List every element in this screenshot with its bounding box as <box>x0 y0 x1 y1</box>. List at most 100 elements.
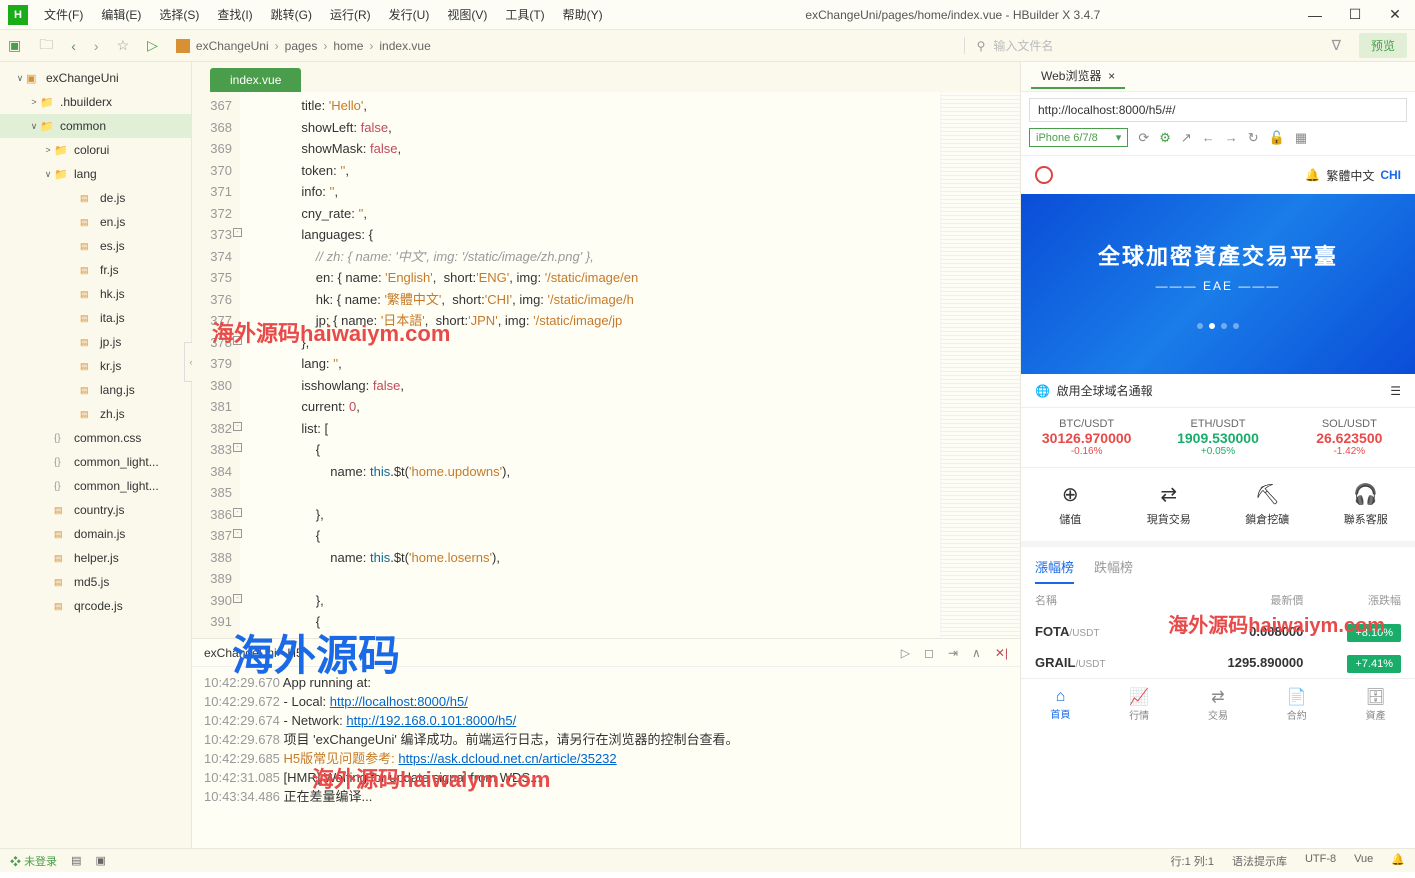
menu-item[interactable]: 帮助(Y) <box>555 2 611 27</box>
quick-menu-item[interactable]: 🎧聯系客服 <box>1317 482 1415 527</box>
notification-icon[interactable]: 🔔 <box>1391 853 1405 869</box>
file-search[interactable]: ⚲ 输入文件名 <box>964 37 1314 54</box>
menu-item[interactable]: 发行(U) <box>381 2 438 27</box>
tree-item[interactable]: ▤helper.js <box>0 546 191 570</box>
login-status[interactable]: ❖ 未登录 <box>10 853 57 869</box>
browser-settings-icon[interactable]: ⚙ <box>1159 130 1171 146</box>
layout-icon[interactable]: ▤ <box>71 854 81 867</box>
terminal-icon[interactable]: ▣ <box>95 854 105 867</box>
tree-item[interactable]: ▤qrcode.js <box>0 594 191 618</box>
tree-item[interactable]: ∨📁lang <box>0 162 191 186</box>
tree-item[interactable]: ▤country.js <box>0 498 191 522</box>
quick-menu-item[interactable]: ⇄現貨交易 <box>1120 482 1219 527</box>
editor-tabs[interactable]: index.vue <box>192 62 1020 92</box>
browser-reload-icon[interactable]: ↻ <box>1248 130 1259 146</box>
maximize-button[interactable]: ☐ <box>1335 0 1375 30</box>
menu-item[interactable]: 查找(I) <box>209 2 260 27</box>
search-icon: ⚲ <box>977 39 986 53</box>
tree-item[interactable]: {}common_light... <box>0 450 191 474</box>
encoding[interactable]: UTF-8 <box>1305 853 1336 869</box>
close-button[interactable]: ✕ <box>1375 0 1415 30</box>
quick-menu-item[interactable]: ⛏鎖倉挖礦 <box>1218 482 1317 527</box>
browser-sync-icon[interactable]: ⟳ <box>1138 130 1149 146</box>
ticker-item[interactable]: BTC/USDT30126.970000-0.16% <box>1021 418 1152 457</box>
menu-item[interactable]: 文件(F) <box>36 2 91 27</box>
tree-item[interactable]: ▤lang.js <box>0 378 191 402</box>
menu-item[interactable]: 跳转(G) <box>263 2 320 27</box>
quick-menu-item[interactable]: ⊕儲值 <box>1021 482 1120 527</box>
bell-icon[interactable]: 🔔 <box>1305 168 1320 182</box>
tree-item[interactable]: ▤fr.js <box>0 258 191 282</box>
tree-item[interactable]: {}common_light... <box>0 474 191 498</box>
tree-item[interactable]: ▤ita.js <box>0 306 191 330</box>
ticker-item[interactable]: SOL/USDT26.623500-1.42% <box>1284 418 1415 457</box>
tab-item[interactable]: 📄合約 <box>1257 679 1336 730</box>
browser-back-icon[interactable]: ← <box>1202 130 1215 145</box>
menu-item[interactable]: 视图(V) <box>439 2 495 27</box>
tree-item[interactable]: ▤kr.js <box>0 354 191 378</box>
menu-item[interactable]: 编辑(E) <box>93 2 149 27</box>
tree-item[interactable]: >📁.hbuilderx <box>0 90 191 114</box>
save-icon[interactable]: 🗀 <box>39 34 53 58</box>
console-export-icon[interactable]: ⇥ <box>948 646 958 660</box>
language-switcher[interactable]: 🔔 繁體中文 CHI <box>1305 167 1401 184</box>
star-icon[interactable]: ☆ <box>117 37 130 54</box>
language-mode[interactable]: Vue <box>1354 853 1373 869</box>
rank-row[interactable]: FOTA/USDT0.008000+8.10% <box>1021 616 1415 647</box>
tree-item[interactable]: >📁colorui <box>0 138 191 162</box>
tree-item[interactable]: ▤md5.js <box>0 570 191 594</box>
menu-item[interactable]: 工具(T) <box>497 2 552 27</box>
tree-item[interactable]: ∨▣exChangeUni <box>0 66 191 90</box>
ticker-item[interactable]: ETH/USDT1909.530000+0.05% <box>1152 418 1283 457</box>
console-run-icon[interactable]: ▷ <box>901 646 910 660</box>
rank-tabs[interactable]: 漲幅榜 跌幅榜 <box>1021 547 1415 584</box>
banner[interactable]: 全球加密資產交易平臺 ——— EAE ——— <box>1021 194 1415 374</box>
tab-item[interactable]: ⌂首頁 <box>1021 679 1100 730</box>
tree-item[interactable]: ▤es.js <box>0 234 191 258</box>
main-menu[interactable]: 文件(F)编辑(E)选择(S)查找(I)跳转(G)运行(R)发行(U)视图(V)… <box>36 2 611 27</box>
browser-forward-icon[interactable]: → <box>1225 130 1238 145</box>
tree-item[interactable]: ▤zh.js <box>0 402 191 426</box>
preview-button[interactable]: 预览 <box>1359 33 1407 58</box>
console-collapse-icon[interactable]: ∧ <box>972 646 981 660</box>
rank-row[interactable]: GRAIL/USDT1295.890000+7.41% <box>1021 647 1415 678</box>
syntax-library[interactable]: 语法提示库 <box>1232 853 1287 869</box>
console-stop-icon[interactable]: ◻ <box>924 646 934 660</box>
menu-item[interactable]: 运行(R) <box>322 2 379 27</box>
url-bar[interactable]: http://localhost:8000/h5/#/ <box>1029 98 1407 122</box>
tree-item[interactable]: ▤de.js <box>0 186 191 210</box>
file-tree[interactable]: ∨▣exChangeUni>📁.hbuilderx∨📁common>📁color… <box>0 62 192 848</box>
console-output[interactable]: 10:42:29.670 App running at:10:42:29.672… <box>192 667 1020 848</box>
breadcrumb[interactable]: exChangeUni› pages› home› index.vue <box>176 39 946 53</box>
bottom-tabbar[interactable]: ⌂首頁📈行情⇄交易📄合約🗄資產 <box>1021 678 1415 730</box>
console-close-icon[interactable]: ✕| <box>995 646 1008 660</box>
forward-icon[interactable]: › <box>94 38 99 54</box>
tree-item[interactable]: {}common.css <box>0 426 191 450</box>
tree-item[interactable]: ▤domain.js <box>0 522 191 546</box>
tab-item[interactable]: 🗄資產 <box>1336 679 1415 730</box>
tree-item[interactable]: ▤jp.js <box>0 330 191 354</box>
tab-item[interactable]: 📈行情 <box>1100 679 1179 730</box>
back-icon[interactable]: ‹ <box>71 38 76 54</box>
tab-index-vue[interactable]: index.vue <box>210 68 301 92</box>
menu-icon[interactable]: ☰ <box>1390 384 1401 398</box>
device-selector[interactable]: iPhone 6/7/8▾ <box>1029 128 1128 147</box>
tree-item[interactable]: ▤en.js <box>0 210 191 234</box>
browser-open-icon[interactable]: ↗ <box>1181 130 1192 146</box>
tree-item[interactable]: ▤hk.js <box>0 282 191 306</box>
code-content[interactable]: title: 'Hello', showLeft: false, showMas… <box>240 92 940 638</box>
tree-item[interactable]: ∨📁common <box>0 114 191 138</box>
minimap[interactable] <box>940 92 1020 638</box>
browser-lock-icon[interactable]: 🔓 <box>1269 130 1285 146</box>
new-file-icon[interactable]: ▣ <box>8 37 21 54</box>
notice-bar[interactable]: 🌐 啟用全球域名通報 ☰ <box>1021 374 1415 408</box>
filter-icon[interactable]: ∇ <box>1332 37 1341 54</box>
tab-item[interactable]: ⇄交易 <box>1179 679 1258 730</box>
browser-grid-icon[interactable]: ▦ <box>1295 130 1307 146</box>
carousel-dots[interactable] <box>1197 323 1239 329</box>
browser-tab[interactable]: Web浏览器 × <box>1031 64 1125 89</box>
run-icon[interactable]: ▷ <box>147 37 158 54</box>
ticker-row: BTC/USDT30126.970000-0.16%ETH/USDT1909.5… <box>1021 408 1415 468</box>
minimize-button[interactable]: — <box>1295 0 1335 30</box>
menu-item[interactable]: 选择(S) <box>151 2 207 27</box>
